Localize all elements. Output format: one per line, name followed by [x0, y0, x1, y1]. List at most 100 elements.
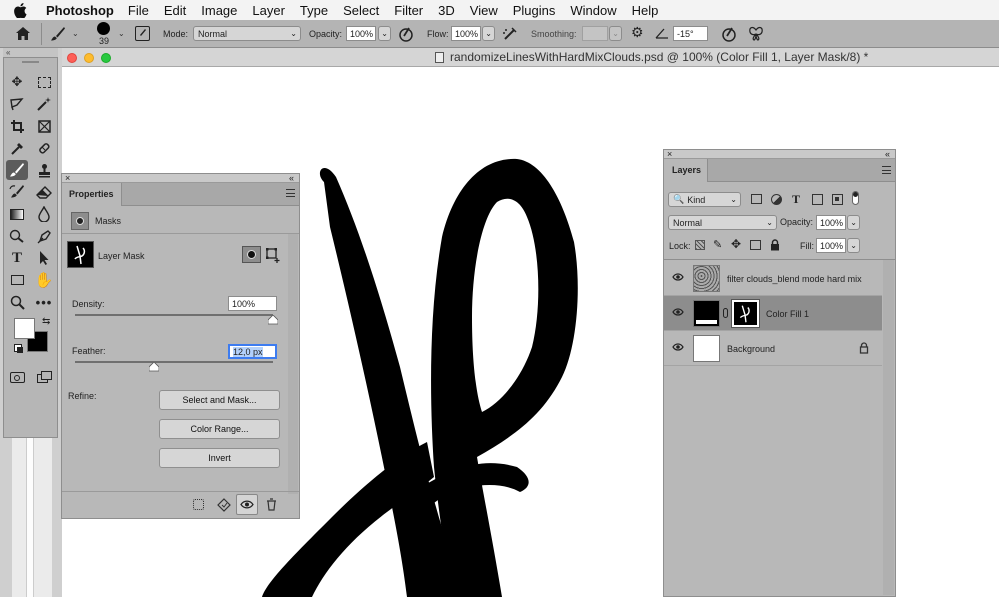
foreground-color-swatch[interactable]	[14, 318, 35, 339]
healing-brush-tool-icon[interactable]	[33, 138, 55, 158]
flow-field[interactable]: 100%	[451, 26, 481, 41]
opacity-field[interactable]: 100%	[346, 26, 376, 41]
menu-edit[interactable]: Edit	[164, 3, 186, 18]
menu-help[interactable]: Help	[632, 3, 659, 18]
filter-type-layer-icon[interactable]: T	[792, 192, 800, 207]
visibility-eye-icon[interactable]	[672, 307, 684, 317]
select-and-mask-button[interactable]: Select and Mask...	[159, 390, 280, 410]
menu-3d[interactable]: 3D	[438, 3, 455, 18]
minimize-window-button[interactable]	[84, 53, 94, 63]
document-title[interactable]: randomizeLinesWithHardMixClouds.psd @ 10…	[450, 50, 868, 64]
stamp-tool-icon[interactable]	[33, 160, 55, 180]
zoom-tool-icon[interactable]	[6, 292, 28, 312]
invert-button[interactable]: Invert	[159, 448, 280, 468]
menu-window[interactable]: Window	[570, 3, 616, 18]
layers-scrollbar[interactable]	[883, 260, 894, 595]
layer-row[interactable]: filter clouds_blend mode hard mix	[664, 261, 882, 296]
panel-menu-icon[interactable]	[882, 166, 891, 174]
mode-select[interactable]: Normal ⌄	[193, 26, 301, 41]
type-tool-icon[interactable]: T	[6, 248, 28, 268]
pressure-size-icon[interactable]	[721, 26, 737, 44]
brush-size-chevron-down-icon[interactable]: ⌄	[118, 29, 125, 38]
brush-tool-preset-icon[interactable]	[50, 26, 66, 44]
frame-tool-icon[interactable]	[33, 116, 55, 136]
fill-dropdown[interactable]: ⌄	[847, 238, 860, 253]
visibility-eye-icon[interactable]	[672, 272, 684, 282]
density-slider-track[interactable]	[75, 314, 273, 316]
lock-transparent-pixels-icon[interactable]	[695, 240, 705, 250]
layer-opacity-field[interactable]: 100%	[816, 215, 846, 230]
feather-field[interactable]: 12,0 px	[228, 344, 277, 359]
close-window-button[interactable]	[67, 53, 77, 63]
menu-select[interactable]: Select	[343, 3, 379, 18]
brush-settings-panel-icon[interactable]	[135, 26, 150, 41]
add-vector-mask-icon[interactable]	[265, 247, 281, 266]
filter-smart-object-icon[interactable]	[832, 194, 843, 205]
collapse-panel-icon[interactable]: «	[289, 173, 294, 183]
menu-layer[interactable]: Layer	[252, 3, 285, 18]
filter-pixel-layer-icon[interactable]	[751, 194, 762, 204]
menu-type[interactable]: Type	[300, 3, 328, 18]
blur-tool-icon[interactable]	[33, 204, 55, 224]
layers-tab[interactable]: Layers	[664, 159, 708, 182]
apply-mask-icon[interactable]	[217, 498, 231, 515]
dodge-tool-icon[interactable]	[6, 226, 28, 246]
menu-file[interactable]: File	[128, 3, 149, 18]
symmetry-butterfly-icon[interactable]	[748, 26, 764, 44]
lock-artboard-icon[interactable]	[750, 240, 761, 250]
smoothing-field[interactable]	[582, 26, 608, 41]
brush-tool-icon[interactable]	[6, 160, 28, 180]
eyedropper-tool-icon[interactable]	[6, 138, 28, 158]
visibility-eye-icon[interactable]	[672, 342, 684, 352]
blend-mode-select[interactable]: Normal ⌄	[668, 215, 777, 230]
layer-mask-thumbnail[interactable]	[731, 299, 760, 328]
density-field[interactable]: 100%	[228, 296, 277, 311]
select-pixel-mask-icon[interactable]	[242, 246, 261, 263]
pressure-opacity-icon[interactable]	[398, 26, 414, 44]
filter-adjustment-layer-icon[interactable]	[771, 194, 782, 205]
quick-mask-icon[interactable]	[10, 372, 25, 383]
fill-field[interactable]: 100%	[816, 238, 846, 253]
close-panel-icon[interactable]: ×	[65, 173, 70, 183]
properties-scrollbar[interactable]	[288, 234, 298, 494]
swap-colors-icon[interactable]: ⇆	[42, 316, 50, 327]
brush-preset-chevron-down-icon[interactable]: ⌄	[72, 29, 79, 38]
smoothing-dropdown[interactable]: ⌄	[609, 26, 622, 41]
load-selection-from-mask-icon[interactable]	[193, 499, 204, 510]
angle-field[interactable]: -15°	[673, 26, 708, 41]
layer-row[interactable]: Background	[664, 331, 882, 366]
apple-menu-icon[interactable]	[14, 2, 30, 18]
feather-slider-track[interactable]	[75, 361, 273, 363]
rectangle-tool-icon[interactable]	[6, 270, 28, 290]
brush-size-dot[interactable]	[97, 22, 110, 35]
default-colors-icon[interactable]	[14, 344, 23, 353]
kind-filter-select[interactable]: 🔍 Kind ⌄	[668, 192, 741, 207]
layer-row-selected[interactable]: Color Fill 1	[664, 296, 882, 331]
menu-image[interactable]: Image	[201, 3, 237, 18]
menu-view[interactable]: View	[470, 3, 498, 18]
move-tool-icon[interactable]: ✥	[6, 72, 28, 92]
lock-image-pixels-icon[interactable]: ✎	[713, 238, 722, 251]
hand-tool-icon[interactable]: ✋	[33, 270, 55, 290]
collapse-panel-icon[interactable]: «	[885, 149, 890, 159]
marquee-tool-icon[interactable]	[33, 72, 55, 92]
close-panel-icon[interactable]: ×	[667, 149, 672, 159]
pen-tool-icon[interactable]	[33, 226, 55, 246]
layer-opacity-dropdown[interactable]: ⌄	[847, 215, 860, 230]
lock-position-icon[interactable]: ✥	[731, 237, 741, 251]
properties-tab[interactable]: Properties	[62, 183, 122, 206]
crop-tool-icon[interactable]	[6, 116, 28, 136]
lock-all-icon[interactable]	[770, 239, 780, 254]
magic-wand-tool-icon[interactable]	[33, 94, 55, 114]
screen-mode-icon[interactable]	[37, 371, 52, 383]
zoom-window-button[interactable]	[101, 53, 111, 63]
path-selection-tool-icon[interactable]	[33, 248, 55, 268]
menu-filter[interactable]: Filter	[394, 3, 423, 18]
panel-menu-icon[interactable]	[286, 189, 295, 197]
home-icon[interactable]	[15, 26, 31, 43]
history-brush-tool-icon[interactable]	[6, 182, 28, 202]
lasso-tool-icon[interactable]	[6, 94, 28, 114]
gradient-tool-icon[interactable]	[6, 204, 28, 224]
visibility-eye-icon[interactable]	[236, 494, 258, 515]
filter-shape-layer-icon[interactable]	[812, 194, 823, 205]
